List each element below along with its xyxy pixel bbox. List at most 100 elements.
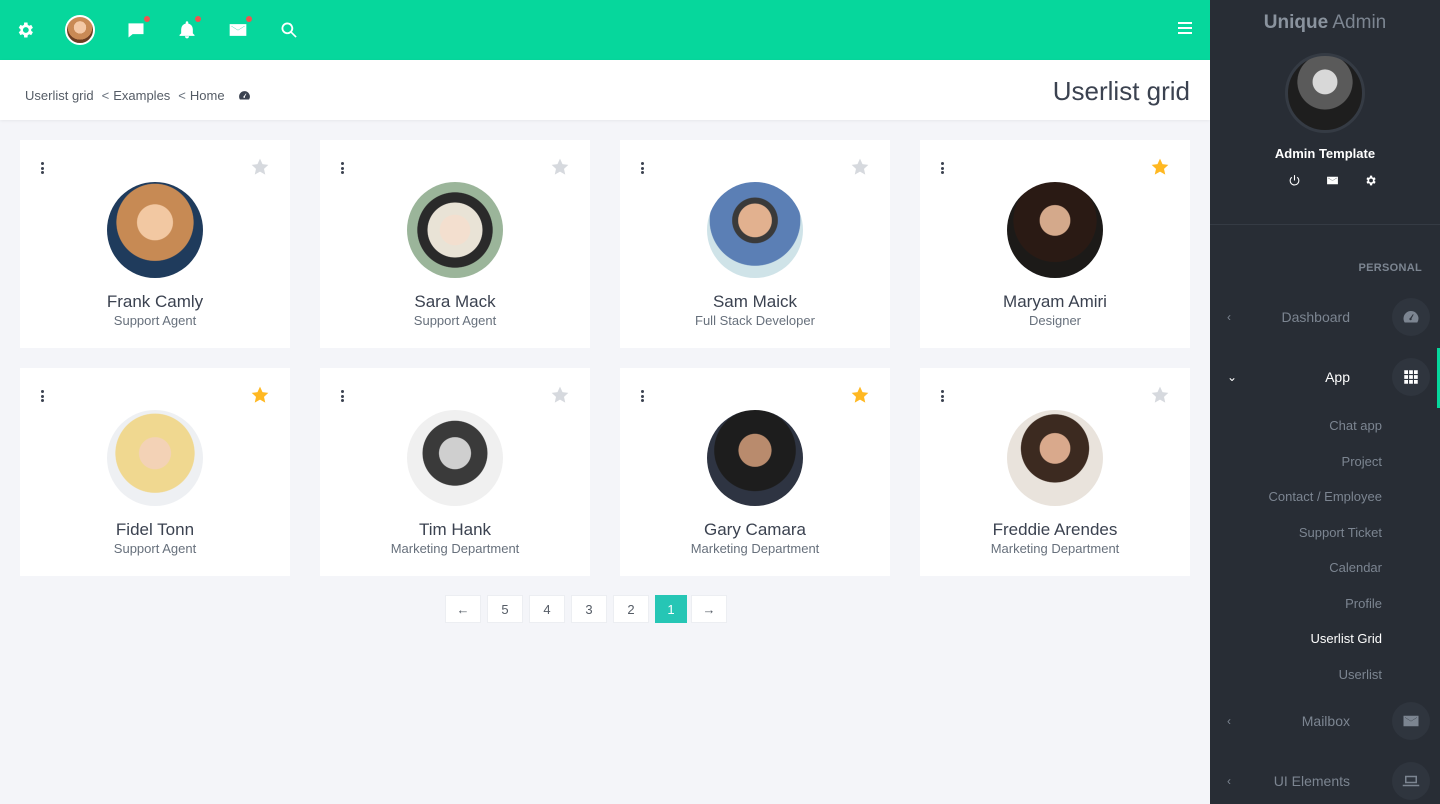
sidebar-item-label: Dashboard	[1281, 309, 1351, 325]
star-icon[interactable]	[850, 385, 870, 405]
chat-icon[interactable]	[125, 16, 150, 41]
user-card[interactable]: Frank Camly Support Agent	[20, 140, 290, 348]
user-name[interactable]: Gary Camara	[620, 520, 890, 540]
sidebar-item-ui-elements[interactable]: ‹ UI Elements	[1210, 762, 1440, 802]
star-icon[interactable]	[550, 157, 570, 177]
user-avatar[interactable]	[407, 182, 503, 278]
sidebar-item-mailbox[interactable]: ‹ Mailbox	[1210, 702, 1440, 742]
user-role: Support Agent	[113, 313, 197, 328]
notification-dot	[246, 16, 252, 22]
more-vertical-icon[interactable]	[340, 390, 344, 402]
gear-icon[interactable]	[14, 19, 36, 41]
sidebar-subitem[interactable]: Project	[1342, 454, 1382, 469]
user-card[interactable]: Maryam Amiri Designer	[920, 140, 1190, 348]
apps-grid-icon	[1392, 358, 1430, 396]
more-vertical-icon[interactable]	[640, 162, 644, 174]
dashboard-icon	[1392, 298, 1430, 336]
pagination-page-active[interactable]: 1	[655, 595, 687, 623]
pagination-page[interactable]: 4	[529, 595, 565, 623]
brand-rest: Admin	[1332, 12, 1387, 33]
brand-bold: Unique	[1263, 12, 1329, 33]
star-icon[interactable]	[250, 385, 270, 405]
more-vertical-icon[interactable]	[640, 390, 644, 402]
power-icon[interactable]	[1288, 174, 1302, 188]
pagination-page[interactable]: 5	[487, 595, 523, 623]
user-name[interactable]: Sam Maick	[620, 292, 890, 312]
user-name[interactable]: Frank Camly	[20, 292, 290, 312]
user-avatar[interactable]	[707, 410, 803, 506]
star-icon[interactable]	[1150, 157, 1170, 177]
notification-dot	[144, 16, 150, 22]
user-role: Marketing Department	[990, 541, 1120, 556]
user-name[interactable]: Fidel Tonn	[20, 520, 290, 540]
pagination-page[interactable]: 3	[571, 595, 607, 623]
user-avatar[interactable]	[1007, 410, 1103, 506]
sidebar-subitem[interactable]: Chat app	[1329, 418, 1382, 433]
sidebar-item-dashboard[interactable]: ‹ Dashboard	[1210, 298, 1440, 338]
star-icon[interactable]	[1150, 385, 1170, 405]
breadcrumb-item[interactable]: Userlist grid	[25, 88, 94, 103]
breadcrumb-item[interactable]: Examples	[113, 88, 170, 103]
pagination: ← 5 4 3 2 1 →	[445, 595, 733, 623]
pagination-next[interactable]: →	[691, 595, 727, 623]
user-avatar[interactable]	[107, 182, 203, 278]
sidebar-subitem[interactable]: Support Ticket	[1299, 525, 1382, 540]
sidebar-subitem-current[interactable]: Userlist Grid	[1310, 631, 1382, 646]
user-card[interactable]: Gary Camara Marketing Department	[620, 368, 890, 576]
sidebar-subitem[interactable]: Contact / Employee	[1269, 489, 1382, 504]
sidebar-item-label: App	[1325, 369, 1350, 385]
star-icon[interactable]	[250, 157, 270, 177]
user-avatar[interactable]	[707, 182, 803, 278]
dashboard-icon	[238, 91, 250, 100]
sidebar-subitem[interactable]: Userlist	[1339, 667, 1382, 682]
brand-logo[interactable]: Unique Admin	[1210, 12, 1440, 34]
more-vertical-icon[interactable]	[340, 162, 344, 174]
user-card[interactable]: Freddie Arendes Marketing Department	[920, 368, 1190, 576]
mail-icon[interactable]	[227, 16, 252, 41]
user-role: Full Stack Developer	[695, 313, 815, 328]
user-avatar[interactable]	[1007, 182, 1103, 278]
more-vertical-icon[interactable]	[40, 162, 44, 174]
pagination-page[interactable]: 2	[613, 595, 649, 623]
user-card[interactable]: Sara Mack Support Agent	[320, 140, 590, 348]
user-card[interactable]: Tim Hank Marketing Department	[320, 368, 590, 576]
mail-icon[interactable]	[1326, 174, 1340, 188]
chevron-left-icon: ‹	[1227, 774, 1231, 788]
sidebar-subitem[interactable]: Profile	[1345, 596, 1382, 611]
user-card[interactable]: Fidel Tonn Support Agent	[20, 368, 290, 576]
search-icon[interactable]	[278, 19, 300, 41]
user-avatar[interactable]	[407, 410, 503, 506]
chevron-left-icon: ‹	[1227, 714, 1231, 728]
user-role: Marketing Department	[390, 541, 520, 556]
user-name[interactable]: Tim Hank	[320, 520, 590, 540]
notification-dot	[195, 16, 201, 22]
chevron-down-icon: ⌄	[1227, 370, 1238, 384]
user-role: Support Agent	[413, 313, 497, 328]
sidebar-divider	[1210, 224, 1440, 225]
user-avatar[interactable]	[107, 410, 203, 506]
user-name[interactable]: Maryam Amiri	[920, 292, 1190, 312]
sidebar-avatar[interactable]	[1285, 53, 1365, 133]
user-name[interactable]: Freddie Arendes	[920, 520, 1190, 540]
user-name[interactable]: Sara Mack	[320, 292, 590, 312]
more-vertical-icon[interactable]	[940, 162, 944, 174]
page-header: Userlist grid < Examples < Home Userlist…	[0, 60, 1210, 120]
breadcrumb-item[interactable]: Home	[190, 88, 225, 103]
more-vertical-icon[interactable]	[940, 390, 944, 402]
star-icon[interactable]	[550, 385, 570, 405]
chevron-left-icon: ‹	[1227, 310, 1231, 324]
gear-icon[interactable]	[1364, 174, 1378, 188]
breadcrumb: Userlist grid < Examples < Home	[25, 88, 251, 103]
user-role: Support Agent	[113, 541, 197, 556]
hamburger-icon[interactable]	[1178, 22, 1192, 38]
user-avatar[interactable]	[65, 15, 95, 45]
star-icon[interactable]	[850, 157, 870, 177]
laptop-icon	[1392, 762, 1430, 800]
sidebar-item-app[interactable]: ⌄ App	[1210, 358, 1440, 398]
sidebar-subitem[interactable]: Calendar	[1329, 560, 1382, 575]
more-vertical-icon[interactable]	[40, 390, 44, 402]
bell-icon[interactable]	[176, 16, 201, 41]
sidebar-item-label: Mailbox	[1301, 713, 1350, 729]
pagination-prev[interactable]: ←	[445, 595, 481, 623]
user-card[interactable]: Sam Maick Full Stack Developer	[620, 140, 890, 348]
